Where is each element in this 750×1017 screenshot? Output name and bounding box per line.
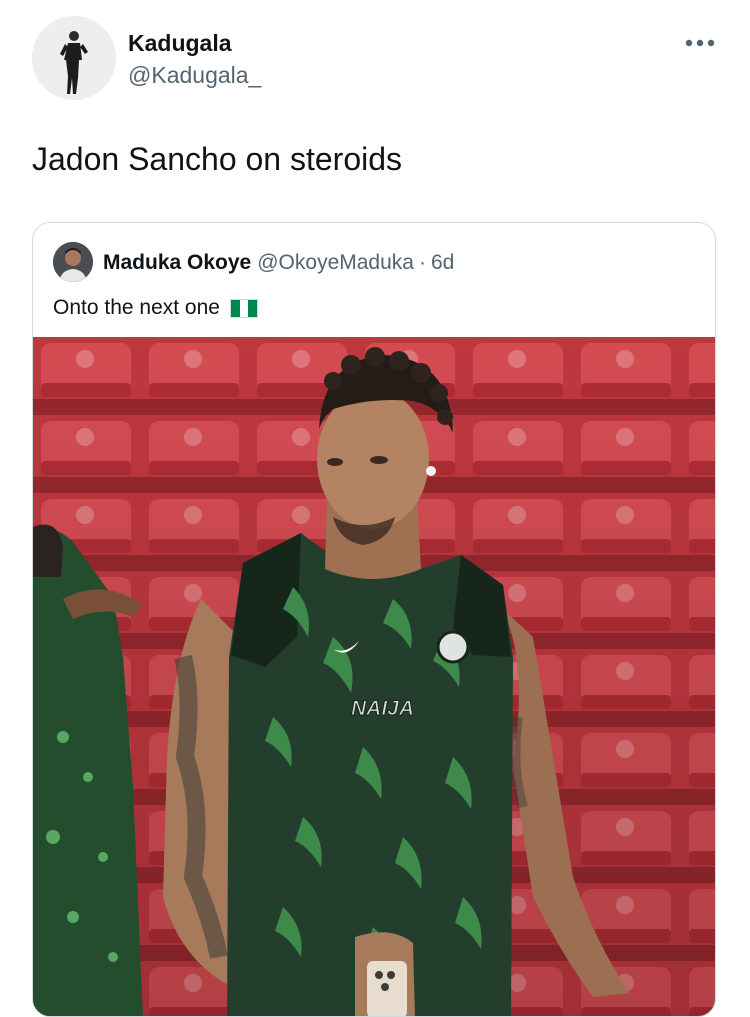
author-avatar[interactable] [32, 16, 116, 100]
author-avatar-image [32, 16, 116, 100]
quoted-author-avatar-image [53, 242, 93, 282]
quoted-tweet-card[interactable]: Maduka Okoye @OkoyeMaduka · 6d Onto the nex… [32, 222, 716, 1017]
stadium-player-image: NAIJA [33, 337, 715, 1016]
jersey-text: NAIJA [351, 697, 414, 720]
quoted-author-name[interactable]: Maduka Okoye [103, 251, 251, 274]
quoted-author-avatar[interactable] [53, 242, 93, 282]
quoted-author-handle[interactable]: @OkoyeMaduka [257, 251, 414, 274]
quoted-tweet-text: Onto the next one [53, 296, 220, 319]
quoted-tweet-header: Maduka Okoye @OkoyeMaduka · 6d [103, 250, 454, 276]
more-options-button[interactable] [678, 28, 722, 58]
header-separator: · [418, 251, 426, 274]
quoted-tweet-photo[interactable]: NAIJA [33, 337, 715, 1016]
more-horizontal-icon [685, 39, 715, 47]
quoted-tweet-text-row: Onto the next one [53, 293, 258, 323]
author-name[interactable]: Kadugala [128, 28, 232, 58]
author-handle[interactable]: @Kadugala_ [128, 60, 261, 90]
nigeria-flag-icon [229, 298, 258, 318]
quoted-tweet-time[interactable]: 6d [431, 251, 454, 274]
tweet-text: Jadon Sancho on steroids [32, 141, 403, 177]
